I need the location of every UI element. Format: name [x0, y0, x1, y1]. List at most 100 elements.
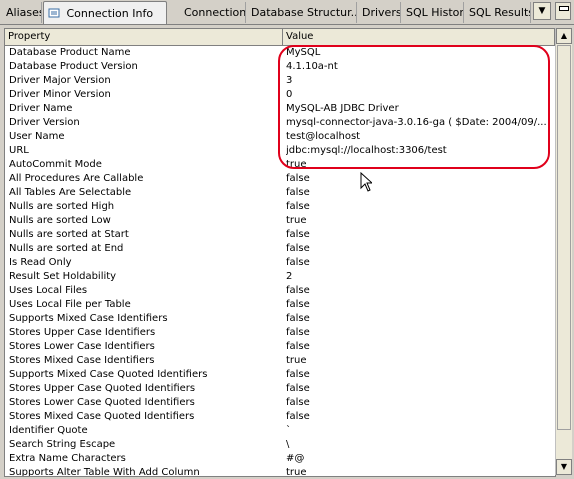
- table-row[interactable]: Stores Upper Case Quoted Identifiers fals…: [5, 382, 555, 396]
- table-row[interactable]: Supports Mixed Case Quoted Identifiers fa…: [5, 368, 555, 382]
- property-cell: Driver Major Version: [9, 75, 111, 86]
- table-row[interactable]: Stores Mixed Case Identifiers true: [5, 354, 555, 368]
- scroll-down-button[interactable]: ▼: [556, 459, 572, 475]
- value-cell: 4.1.10a-nt: [286, 61, 338, 72]
- property-cell: URL: [9, 145, 29, 156]
- tab-sql-results[interactable]: SQL Results: [465, 2, 531, 23]
- table-row[interactable]: Search String Escape \: [5, 438, 555, 452]
- property-cell: Extra Name Characters: [9, 453, 126, 464]
- table-row[interactable]: Supports Alter Table With Add Column true: [5, 466, 555, 477]
- value-cell: false: [286, 411, 310, 422]
- table-row[interactable]: Driver Name MySQL-AB JDBC Driver: [5, 102, 555, 116]
- tab-bar: Aliases Connection Info ✕ Connections Da…: [0, 0, 574, 25]
- value-cell: false: [286, 341, 310, 352]
- property-cell: User Name: [9, 131, 65, 142]
- property-cell: Stores Lower Case Identifiers: [9, 341, 155, 352]
- value-cell: 0: [286, 89, 293, 100]
- property-cell: Stores Upper Case Identifiers: [9, 327, 156, 338]
- property-cell: Database Product Name: [9, 47, 131, 58]
- connection-info-icon: [48, 7, 60, 19]
- table-row[interactable]: Extra Name Characters #@: [5, 452, 555, 466]
- table-row[interactable]: Database Product Version 4.1.10a-nt: [5, 60, 555, 74]
- table-row[interactable]: Supports Mixed Case Identifiers false: [5, 312, 555, 326]
- value-cell: false: [286, 369, 310, 380]
- table-row[interactable]: URL jdbc:mysql://localhost:3306/test: [5, 144, 555, 158]
- property-cell: Stores Lower Case Quoted Identifiers: [9, 397, 195, 408]
- table-row[interactable]: AutoCommit Mode true: [5, 158, 555, 172]
- table-row[interactable]: Result Set Holdability 2: [5, 270, 555, 284]
- property-cell: Database Product Version: [9, 61, 138, 72]
- table-row[interactable]: All Procedures Are Callable false: [5, 172, 555, 186]
- value-cell: false: [286, 299, 310, 310]
- value-cell: mysql-connector-java-3.0.16-ga ( $Date: …: [286, 117, 547, 128]
- table-row[interactable]: Nulls are sorted Low true: [5, 214, 555, 228]
- tab-label: Drivers: [362, 6, 401, 19]
- table-row[interactable]: Is Read Only false: [5, 256, 555, 270]
- property-cell: Search String Escape: [9, 439, 116, 450]
- table-row[interactable]: Driver Version mysql-connector-java-3.0.1…: [5, 116, 555, 130]
- arrow-down-icon: ▼: [560, 462, 568, 471]
- column-header-property[interactable]: Property: [5, 29, 283, 45]
- value-cell: 3: [286, 75, 293, 86]
- table-row[interactable]: Stores Lower Case Quoted Identifiers fals…: [5, 396, 555, 410]
- tab-connection-info[interactable]: Connection Info ✕: [43, 1, 167, 24]
- table-row[interactable]: Stores Upper Case Identifiers false: [5, 326, 555, 340]
- vertical-scrollbar[interactable]: ▲ ▼: [555, 28, 572, 475]
- value-cell: #@: [286, 453, 305, 464]
- tab-label: SQL History: [406, 6, 464, 19]
- minimize-button[interactable]: [555, 2, 571, 20]
- table-row[interactable]: Identifier Quote `: [5, 424, 555, 438]
- tab-aliases[interactable]: Aliases: [2, 2, 42, 23]
- tab-label: Database Structur...: [251, 6, 357, 19]
- value-cell: false: [286, 229, 310, 240]
- property-cell: Nulls are sorted at Start: [9, 229, 129, 240]
- table-row[interactable]: Driver Minor Version 0: [5, 88, 555, 102]
- connection-info-table: Property Value Database Product Name MySQ…: [4, 28, 556, 477]
- table-row[interactable]: Nulls are sorted at Start false: [5, 228, 555, 242]
- tab-label: Aliases: [6, 6, 42, 19]
- scroll-up-button[interactable]: ▲: [556, 28, 572, 44]
- value-cell: 2: [286, 271, 293, 282]
- value-cell: MySQL-AB JDBC Driver: [286, 103, 399, 114]
- property-cell: Nulls are sorted High: [9, 201, 115, 212]
- property-cell: Supports Alter Table With Add Column: [9, 467, 200, 477]
- value-cell: true: [286, 215, 307, 226]
- tab-sql-history[interactable]: SQL History: [402, 2, 464, 23]
- property-cell: Stores Mixed Case Quoted Identifiers: [9, 411, 195, 422]
- table-row[interactable]: All Tables Are Selectable false: [5, 186, 555, 200]
- value-cell: false: [286, 243, 310, 254]
- value-cell: jdbc:mysql://localhost:3306/test: [286, 145, 447, 156]
- tab-database-structure[interactable]: Database Structur...: [247, 2, 357, 23]
- tab-drivers[interactable]: Drivers: [358, 2, 401, 23]
- property-cell: Driver Name: [9, 103, 73, 114]
- table-row[interactable]: Database Product Name MySQL: [5, 46, 555, 60]
- close-icon[interactable]: ✕: [165, 6, 166, 20]
- table-row[interactable]: Nulls are sorted High false: [5, 200, 555, 214]
- value-cell: false: [286, 173, 310, 184]
- table-row[interactable]: Driver Major Version 3: [5, 74, 555, 88]
- column-header-value[interactable]: Value: [283, 29, 555, 45]
- table-row[interactable]: Nulls are sorted at End false: [5, 242, 555, 256]
- table-row[interactable]: Stores Lower Case Identifiers false: [5, 340, 555, 354]
- scrollbar-thumb[interactable]: [557, 45, 571, 430]
- property-cell: AutoCommit Mode: [9, 159, 102, 170]
- chevron-down-icon: ▼: [538, 6, 546, 16]
- view-menu-button[interactable]: ▼: [533, 2, 551, 20]
- property-cell: Stores Mixed Case Identifiers: [9, 355, 155, 366]
- property-cell: Driver Version: [9, 117, 80, 128]
- value-cell: true: [286, 467, 307, 477]
- value-cell: test@localhost: [286, 131, 361, 142]
- table-row[interactable]: Stores Mixed Case Quoted Identifiers fals…: [5, 410, 555, 424]
- table-row[interactable]: Uses Local File per Table false: [5, 298, 555, 312]
- property-cell: Driver Minor Version: [9, 89, 111, 100]
- property-cell: Supports Mixed Case Identifiers: [9, 313, 168, 324]
- table-body: Database Product Name MySQL Database Produ…: [5, 46, 555, 477]
- value-cell: false: [286, 313, 310, 324]
- property-cell: Is Read Only: [9, 257, 72, 268]
- table-row[interactable]: Uses Local Files false: [5, 284, 555, 298]
- value-cell: MySQL: [286, 47, 321, 58]
- tab-connections[interactable]: Connections: [180, 2, 246, 23]
- table-row[interactable]: User Name test@localhost: [5, 130, 555, 144]
- value-cell: true: [286, 159, 307, 170]
- property-cell: Uses Local File per Table: [9, 299, 131, 310]
